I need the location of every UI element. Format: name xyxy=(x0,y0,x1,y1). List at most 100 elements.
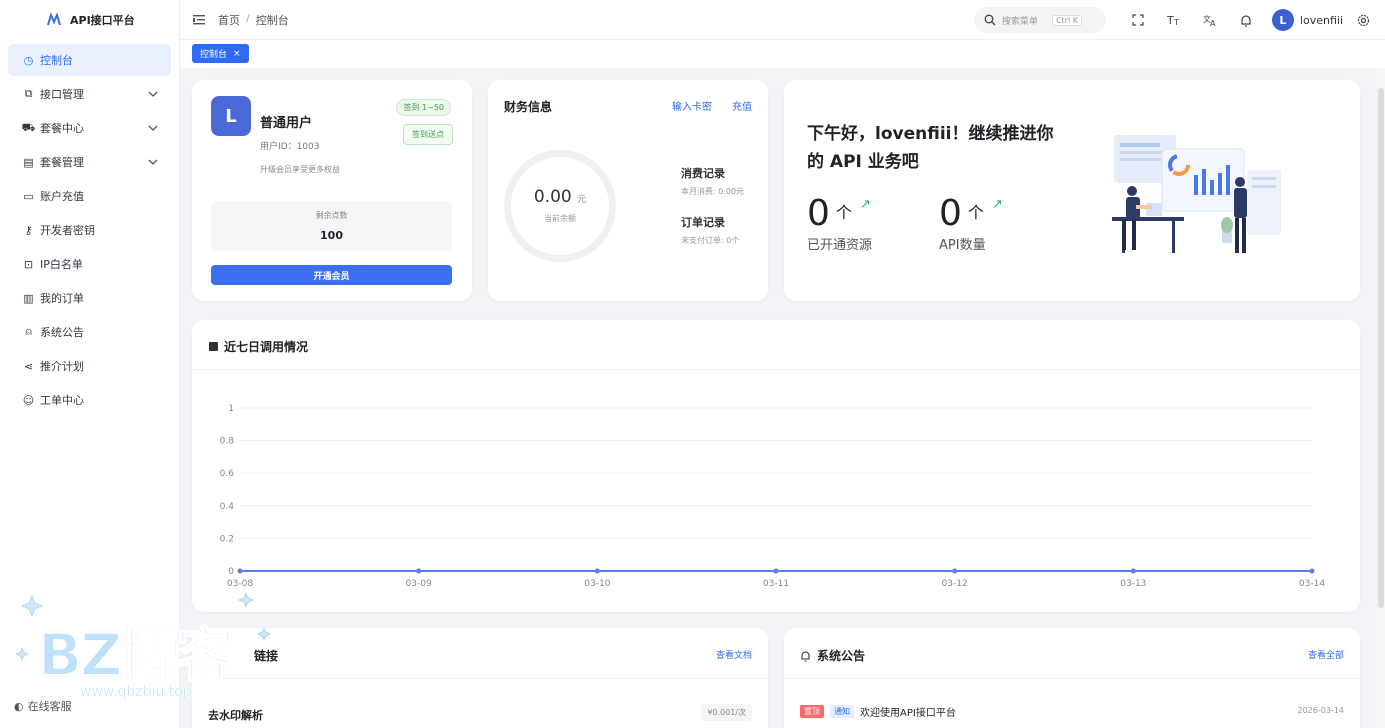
x-tick-label: 03-09 xyxy=(406,579,432,589)
order-record-sub: 未支付订单: 0个 xyxy=(681,236,740,245)
finance-links: 输入卡密 充值 xyxy=(672,98,752,113)
notice-card: 系统公告 查看全部 置顶 通知 欢迎使用API接口平台 2026-03-14 xyxy=(784,628,1360,728)
tab-bar: 控制台 × xyxy=(180,40,1385,68)
breadcrumb-home[interactable]: 首页 xyxy=(218,12,240,28)
x-tick-label: 03-13 xyxy=(1120,579,1146,589)
tab-close-icon[interactable]: × xyxy=(233,49,241,59)
sidebar-item-label: 控制台 xyxy=(40,54,73,67)
points-label: 剩余点数 xyxy=(315,211,348,220)
y-tick-label: 0.4 xyxy=(220,502,235,512)
user-menu[interactable]: L lovenfiii xyxy=(1271,9,1343,31)
search-icon xyxy=(984,14,996,26)
cart-icon: ⛟ xyxy=(21,120,36,134)
breadcrumb-current: 控制台 xyxy=(255,13,289,27)
sidebar-item-8[interactable]: ⍝ 系统公告 xyxy=(8,316,171,348)
tab-dashboard[interactable]: 控制台 × xyxy=(192,44,249,63)
brand-title: API接口平台 xyxy=(70,14,135,27)
sidebar-item-label: 套餐管理 xyxy=(40,156,84,169)
user-avatar: L xyxy=(211,96,251,136)
sidebar-item-0[interactable]: ◷ 控制台 xyxy=(8,44,171,76)
stat-unit: 个 xyxy=(967,203,984,222)
online-support[interactable]: ◐ 在线客服 xyxy=(14,698,72,714)
font-size-icon[interactable]: TT xyxy=(1156,0,1192,40)
y-tick-label: 0.6 xyxy=(220,469,235,479)
stat-value: 0 xyxy=(807,193,830,234)
order-record-title[interactable]: 订单记录 xyxy=(681,214,725,230)
balance-unit: 元 xyxy=(577,195,587,205)
sidebar-item-9[interactable]: ⋖ 推介计划 xyxy=(8,350,171,382)
fullscreen-icon[interactable] xyxy=(1120,0,1156,40)
x-tick-label: 03-10 xyxy=(584,579,610,589)
sidebar-item-label: 账户充值 xyxy=(40,190,84,203)
open-membership-button[interactable]: 开通会员 xyxy=(211,265,452,285)
lock-icon: ⊡ xyxy=(23,257,34,271)
y-tick-label: 0.2 xyxy=(220,534,234,544)
search-input[interactable]: 搜索菜单 Ctrl K xyxy=(973,7,1106,33)
search-shortcut: Ctrl K xyxy=(1051,14,1082,26)
chevron-down-icon[interactable] xyxy=(147,122,159,134)
view-docs-link[interactable]: 查看文档 xyxy=(716,648,752,661)
welcome-card: 下午好，lovenfiii！继续推进你的 API 业务吧 0 个 ↗ 已开通资源 0… xyxy=(784,80,1360,301)
divider xyxy=(784,678,1360,679)
office-illustration xyxy=(1112,135,1281,253)
sidebar-item-3[interactable]: ▤ 套餐管理 xyxy=(8,146,171,178)
redeem-card-link[interactable]: 输入卡密 xyxy=(672,98,712,113)
sidebar-item-5[interactable]: ⚷ 开发者密钥 xyxy=(8,214,171,246)
bell-icon xyxy=(801,650,810,662)
view-all-notices-link[interactable]: 查看全部 xyxy=(1308,648,1344,661)
sidebar-item-label: 接口管理 xyxy=(40,88,84,101)
doc-icon: ▤ xyxy=(23,155,34,169)
upgrade-hint: 升级会员享受更多权益 xyxy=(260,165,340,174)
docs-card-title-row: 链接 xyxy=(208,647,278,664)
consume-record-title[interactable]: 消费记录 xyxy=(681,165,725,181)
link-icon: ⧉ xyxy=(24,87,33,100)
scrollbar-thumb[interactable] xyxy=(1378,88,1384,608)
notice-type-badge: 通知 xyxy=(830,705,854,718)
online-support-label: 在线客服 xyxy=(27,700,72,713)
user-name: lovenfiii xyxy=(1299,13,1343,27)
chevron-down-icon[interactable] xyxy=(147,156,159,168)
api-item-name[interactable]: 去水印解析 xyxy=(208,707,263,723)
recharge-link[interactable]: 充值 xyxy=(732,98,752,113)
share-icon: ⋖ xyxy=(23,359,34,373)
sidebar-item-7[interactable]: ▥ 我的订单 xyxy=(8,282,171,314)
settings-gear-icon[interactable] xyxy=(1353,0,1373,40)
translate-icon[interactable]: 文A xyxy=(1192,0,1228,40)
data-point xyxy=(416,568,422,574)
consume-record-sub: 本月消费: 0.00元 xyxy=(681,187,745,196)
svg-text:T: T xyxy=(1173,18,1179,26)
sidebar-item-2[interactable]: ⛟ 套餐中心 xyxy=(8,112,171,144)
call-stats-card: 近七日调用情况 0 0.2 0.4 0.6 0.8 1 03-08 03-09 03-10 03-… xyxy=(192,320,1360,612)
sidebar-item-6[interactable]: ⊡ IP白名单 xyxy=(8,248,171,280)
bell-icon[interactable] xyxy=(1228,0,1264,40)
line-chart: 0 0.2 0.4 0.6 0.8 1 03-08 03-09 03-10 03-11 03-12 0… xyxy=(220,404,1326,589)
sidebar-item-4[interactable]: ▭ 账户充值 xyxy=(8,180,171,212)
sidebar-item-1[interactable]: ⧉ 接口管理 xyxy=(8,78,171,110)
chevron-down-icon[interactable] xyxy=(147,88,159,100)
notice-title: 欢迎使用API接口平台 xyxy=(860,708,956,719)
avatar: L xyxy=(1271,9,1294,31)
menu-collapse-icon[interactable] xyxy=(192,13,206,27)
sidebar: API接口平台 ◷ 控制台 ⧉ 接口管理 ⛟ 套餐中心 ▤ 套餐管理 ▭ 账户充值 ⚷ 开发者密钥 ⊡ I… xyxy=(0,0,180,728)
svg-text:A: A xyxy=(1210,19,1216,26)
points-box: 剩余点数 100 xyxy=(211,201,452,251)
sidebar-item-10[interactable]: ☺ 工单中心 xyxy=(8,384,171,416)
stat-api-count: 0 个 ↗ API数量 xyxy=(939,193,1003,253)
checkin-button[interactable]: 签到送点 xyxy=(403,124,453,145)
notice-date: 2026-03-14 xyxy=(1297,706,1345,715)
header-actions: 搜索菜单 Ctrl K TT 文A L lovenfiii xyxy=(973,0,1373,40)
divider xyxy=(192,678,768,679)
docs-card-title: 链接 xyxy=(254,649,279,663)
user-card: L 普通用户 用户ID：1003 升级会员享受更多权益 签到 1~50 签到送点… xyxy=(192,80,472,301)
sidebar-item-label: 套餐中心 xyxy=(40,122,84,135)
stat-value: 0 xyxy=(939,193,962,234)
notice-item[interactable]: 置顶 通知 欢迎使用API接口平台 xyxy=(800,704,956,719)
sidebar-item-label: 推介计划 xyxy=(40,360,84,373)
balance-label: 当前余额 xyxy=(544,214,576,223)
scrollbar[interactable] xyxy=(1377,68,1385,728)
stat-label: API数量 xyxy=(939,238,986,253)
x-tick-label: 03-08 xyxy=(227,579,253,589)
brand[interactable]: API接口平台 xyxy=(0,0,179,40)
data-point xyxy=(952,568,958,574)
finance-card: 财务信息 输入卡密 充值 0.00 元 当前余额 消费记录 本月消费: 0.00… xyxy=(488,80,768,301)
